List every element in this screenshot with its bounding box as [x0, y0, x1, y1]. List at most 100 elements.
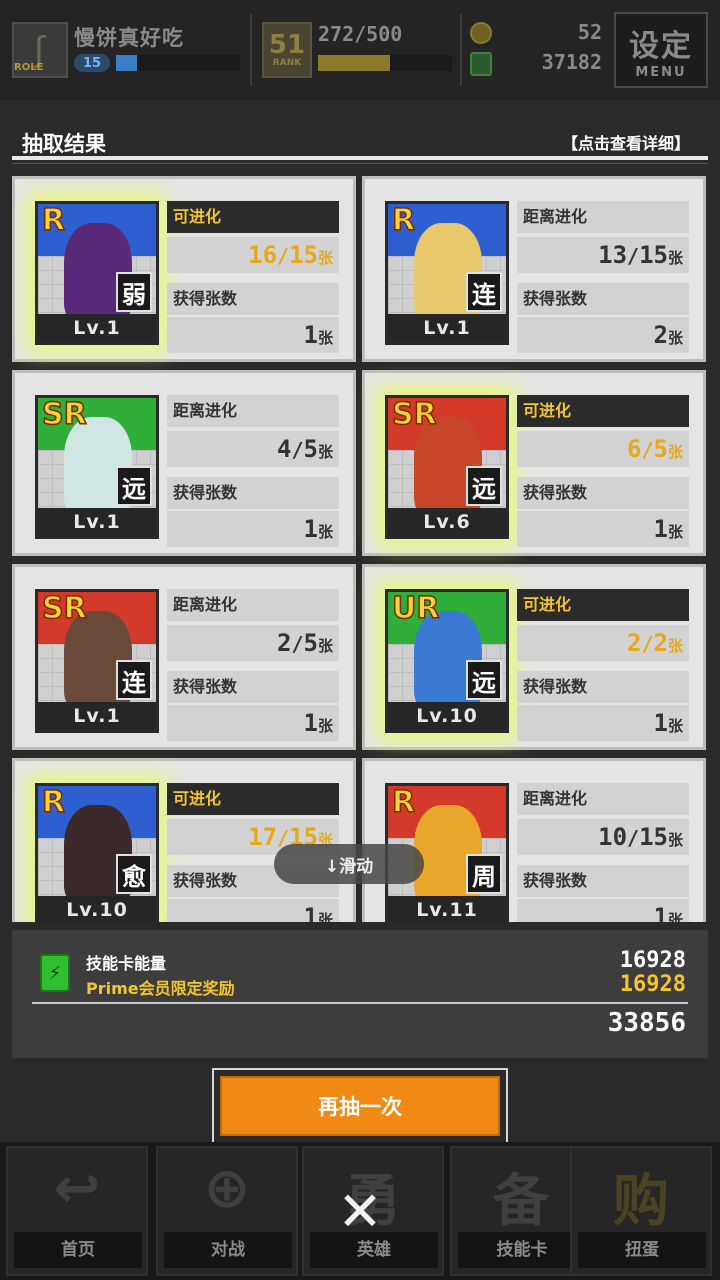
obtained-count: 1	[303, 321, 318, 349]
evolve-progress: 4/5张	[167, 431, 339, 467]
nav-tab[interactable]: ↩ 首页	[6, 1146, 148, 1276]
energy-value: 16928	[619, 948, 686, 973]
coin-count: 52	[577, 20, 602, 44]
prime-bonus-label: Prime会员限定奖励	[86, 979, 235, 998]
progress-separator: /	[291, 632, 304, 656]
obtained-label: 获得张数	[167, 477, 339, 509]
evolve-progress: 16/15张	[167, 237, 339, 273]
energy-battery-icon: ⚡	[40, 954, 70, 992]
obtained-unit: 张	[667, 717, 683, 735]
hero-level: Lv.1	[388, 314, 506, 342]
progress-unit: 张	[667, 831, 683, 849]
hero-portrait[interactable]: R 连 Lv.1	[385, 201, 509, 345]
progress-current: 2	[277, 629, 292, 657]
evolve-status-label: 距离进化	[167, 589, 339, 621]
evolve-status-label: 距离进化	[167, 395, 339, 427]
hero-portrait[interactable]: R 弱 Lv.1	[35, 201, 159, 345]
evolve-progress: 10/15张	[517, 819, 689, 855]
rarity-badge: SR	[391, 397, 437, 432]
hero-card[interactable]: R 愈 Lv.10 可进化 17/15张 获得张数 1张	[12, 758, 356, 922]
draw-again-button[interactable]: 再抽一次	[212, 1068, 508, 1144]
hero-portrait[interactable]: R 愈 Lv.10	[35, 783, 159, 922]
hero-card[interactable]: R 连 Lv.1 距离进化 13/15张 获得张数 2张	[362, 176, 706, 362]
hero-role-badge: 远	[116, 466, 152, 506]
energy-total: 33856	[607, 1008, 686, 1038]
scroll-hint: ↓滑动	[274, 844, 424, 884]
draw-results-grid[interactable]: R 弱 Lv.1 可进化 16/15张 获得张数 1张 R 连 Lv.1 距离进…	[12, 176, 708, 922]
hero-card[interactable]: SR 连 Lv.1 距离进化 2/5张 获得张数 1张	[12, 564, 356, 750]
obtained-count: 1	[653, 903, 668, 922]
obtained-count-row: 2张	[517, 317, 689, 353]
gem-count: 37182	[541, 50, 602, 74]
progress-current: 10	[598, 823, 628, 851]
rarity-badge: R	[41, 785, 66, 820]
obtained-count-row: 1张	[167, 317, 339, 353]
progress-total: 2	[653, 629, 668, 657]
progress-total: 5	[303, 629, 318, 657]
obtained-count-row: 1张	[517, 511, 689, 547]
progress-unit: 张	[317, 249, 333, 267]
divider	[460, 14, 462, 86]
obtained-count-row: 1张	[167, 511, 339, 547]
progress-separator: /	[641, 632, 654, 656]
evolve-status-label: 距离进化	[517, 783, 689, 815]
hero-portrait[interactable]: SR 远 Lv.1	[35, 395, 159, 539]
close-icon[interactable]: ✕	[334, 1185, 386, 1239]
progress-current: 4	[277, 435, 292, 463]
hero-card[interactable]: SR 远 Lv.1 距离进化 4/5张 获得张数 1张	[12, 370, 356, 556]
divider	[250, 14, 252, 86]
hero-level: Lv.6	[388, 508, 506, 536]
hero-portrait[interactable]: SR 连 Lv.1	[35, 589, 159, 733]
draw-again-label: 再抽一次	[220, 1076, 500, 1136]
evolve-progress: 6/5张	[517, 431, 689, 467]
progress-separator: /	[641, 438, 654, 462]
hero-role-badge: 愈	[116, 854, 152, 894]
top-status-bar: ʃ ROLE 慢饼真好吃 15 51 RANK 272/500 52 37182…	[0, 0, 720, 100]
nav-icon: ↩	[53, 1156, 101, 1221]
hero-card[interactable]: UR 远 Lv.10 可进化 2/2张 获得张数 1张	[362, 564, 706, 750]
hero-role-badge: 远	[466, 660, 502, 700]
obtained-count-row: 1张	[167, 899, 339, 922]
hero-card[interactable]: R 周 Lv.11 距离进化 10/15张 获得张数 1张	[362, 758, 706, 922]
rarity-badge: R	[41, 203, 66, 238]
hero-role-badge: 远	[466, 466, 502, 506]
obtained-count: 1	[303, 903, 318, 922]
view-details-link[interactable]: 【点击查看详细】	[562, 130, 690, 154]
skill-energy-summary: ⚡ 技能卡能量 Prime会员限定奖励 16928 16928 33856	[12, 930, 708, 1058]
obtained-count: 1	[303, 709, 318, 737]
obtained-count-row: 1张	[517, 705, 689, 741]
rank-level: 51	[268, 30, 306, 60]
settings-menu-button[interactable]: 设定 MENU	[614, 12, 708, 88]
obtained-count: 1	[653, 709, 668, 737]
hero-portrait[interactable]: UR 远 Lv.10	[385, 589, 509, 733]
evolve-progress: 2/2张	[517, 625, 689, 661]
nav-tab[interactable]: 购扭蛋	[570, 1146, 712, 1276]
progress-separator: /	[627, 244, 640, 268]
prime-bonus-value: 16928	[619, 972, 686, 997]
obtained-count: 1	[303, 515, 318, 543]
obtained-count-row: 1张	[517, 899, 689, 922]
evolve-status-label: 距离进化	[517, 201, 689, 233]
hero-card[interactable]: R 弱 Lv.1 可进化 16/15张 获得张数 1张	[12, 176, 356, 362]
progress-current: 2	[627, 629, 642, 657]
evolve-progress: 2/5张	[167, 625, 339, 661]
progress-current: 16	[248, 241, 278, 269]
avatar-tag: ROLE	[14, 62, 44, 73]
vip-progress-bar	[116, 55, 240, 71]
progress-current: 13	[598, 241, 628, 269]
progress-separator: /	[291, 438, 304, 462]
obtained-count-row: 1张	[167, 705, 339, 741]
rarity-badge: UR	[391, 591, 440, 626]
vip-progress-fill	[116, 55, 138, 71]
obtained-unit: 张	[667, 911, 683, 922]
nav-tab[interactable]: ⊕ 对战	[156, 1146, 298, 1276]
obtained-label: 获得张数	[167, 671, 339, 703]
progress-unit: 张	[667, 443, 683, 461]
progress-total: 5	[303, 435, 318, 463]
hero-level: Lv.1	[38, 314, 156, 342]
evolve-status-label: 可进化	[517, 395, 689, 427]
hero-portrait[interactable]: SR 远 Lv.6	[385, 395, 509, 539]
rank-badge: 51 RANK	[262, 22, 312, 78]
hero-card[interactable]: SR 远 Lv.6 可进化 6/5张 获得张数 1张	[362, 370, 706, 556]
obtained-count: 1	[653, 515, 668, 543]
